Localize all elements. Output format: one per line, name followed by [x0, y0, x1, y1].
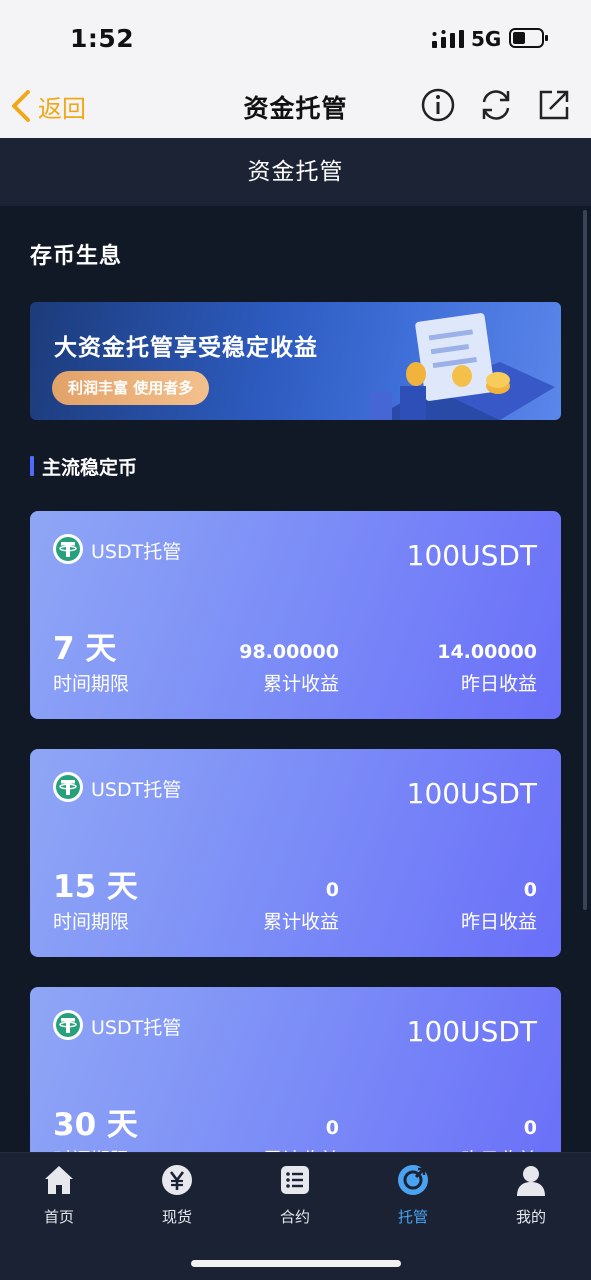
banner-tag: 利润丰富 使用者多: [52, 371, 210, 405]
refresh-icon[interactable]: [478, 87, 514, 123]
status-bar: 1:52 5G: [0, 0, 591, 76]
total-earnings-value: 98.00000: [239, 641, 339, 663]
card-name: USDT托管: [91, 1017, 182, 1039]
tab-home[interactable]: 首页: [0, 1163, 118, 1233]
yesterday-earnings-label: 昨日收益: [460, 673, 537, 695]
yesterday-earnings-value: 0: [523, 1117, 537, 1139]
card-days-label: 时间期限: [53, 673, 130, 695]
tab-label: 托管: [397, 1208, 428, 1226]
card-days: 7 天: [53, 631, 117, 667]
yen-coin-icon: [162, 1165, 192, 1195]
yesterday-earnings-value: 0: [523, 879, 537, 901]
yesterday-earnings-label: 昨日收益: [460, 911, 537, 933]
card-name: USDT托管: [91, 779, 182, 801]
card-amount: 100USDT: [406, 777, 537, 810]
yesterday-earnings-value: 14.00000: [437, 641, 537, 663]
scrollbar[interactable]: [583, 210, 587, 910]
custody-card[interactable]: USDT托管 100USDT 15 天 时间期限 0 累计收益 0 昨日收益: [30, 749, 561, 957]
home-indicator: [191, 1260, 401, 1267]
card-amount: 100USDT: [406, 1015, 537, 1048]
battery-icon: [509, 28, 548, 48]
total-earnings-label: 累计收益: [262, 673, 339, 695]
list-icon: [281, 1166, 309, 1194]
card-amount: 100USDT: [406, 539, 537, 572]
custody-icon: [398, 1165, 428, 1195]
tab-mine[interactable]: 我的: [472, 1163, 590, 1233]
banner-title: 大资金托管享受稳定收益: [54, 335, 318, 361]
card-days: 30 天: [53, 1107, 138, 1143]
total-earnings-label: 累计收益: [262, 911, 339, 933]
section-title: 存币生息: [30, 244, 123, 269]
card-days-label: 时间期限: [53, 911, 130, 933]
custody-card[interactable]: USDT托管 100USDT 7 天 时间期限 98.00000 累计收益 14…: [30, 511, 561, 719]
tab-custody[interactable]: 托管: [354, 1163, 472, 1233]
tab-label: 合约: [279, 1208, 310, 1226]
tether-logo-icon: [53, 534, 83, 564]
tab-contract[interactable]: 合约: [236, 1163, 354, 1233]
signal-icon: [432, 30, 464, 48]
tab-label: 现货: [161, 1208, 192, 1226]
user-icon: [517, 1166, 545, 1196]
external-link-icon[interactable]: [536, 87, 572, 123]
info-icon[interactable]: [420, 87, 456, 123]
home-icon: [45, 1166, 73, 1194]
tether-logo-icon: [53, 1010, 83, 1040]
total-earnings-value: 0: [325, 879, 339, 901]
card-days: 15 天: [53, 869, 138, 905]
subtitle-text: 主流稳定币: [42, 456, 138, 479]
app-header: 资金托管: [0, 138, 591, 206]
network-label: 5G: [471, 27, 502, 51]
total-earnings-value: 0: [325, 1117, 339, 1139]
banner-illustration: [370, 313, 555, 420]
tab-label: 首页: [43, 1208, 74, 1226]
browser-nav-bar: 返回 资金托管: [0, 76, 591, 138]
promo-banner[interactable]: 大资金托管享受稳定收益 利润丰富 使用者多: [30, 302, 561, 420]
stablecoin-subtitle: 主流稳定币: [30, 454, 138, 479]
status-time: 1:52: [70, 24, 135, 53]
tab-spot[interactable]: 现货: [118, 1163, 236, 1233]
subtitle-accent-bar: [30, 456, 34, 476]
tab-label: 我的: [515, 1208, 546, 1226]
tether-logo-icon: [53, 772, 83, 802]
page: 1:52 5G 返回 资金托管 资金托管 存币生息 大资金托管享受稳定收益 利润…: [0, 0, 591, 1280]
card-name: USDT托管: [91, 541, 182, 563]
